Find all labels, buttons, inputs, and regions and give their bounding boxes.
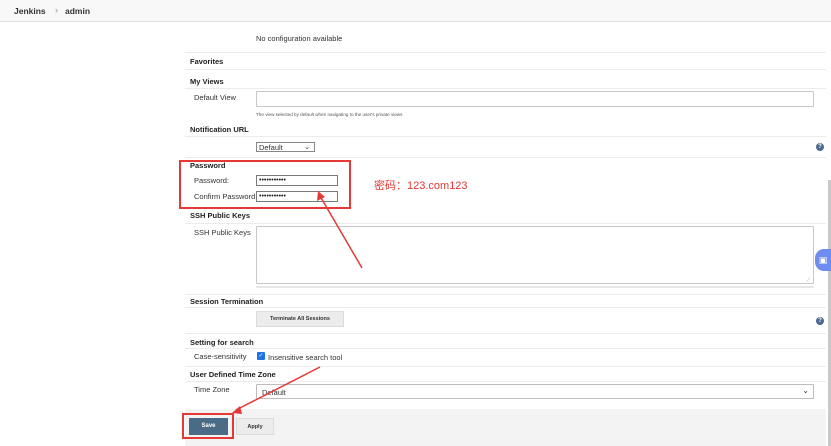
arrow-to-save <box>235 366 321 411</box>
arrow-to-password <box>319 195 363 269</box>
annotation-arrows <box>232 191 363 414</box>
translate-widget-icon[interactable]: ▣ <box>815 249 831 271</box>
arrowhead-icon <box>317 191 325 201</box>
